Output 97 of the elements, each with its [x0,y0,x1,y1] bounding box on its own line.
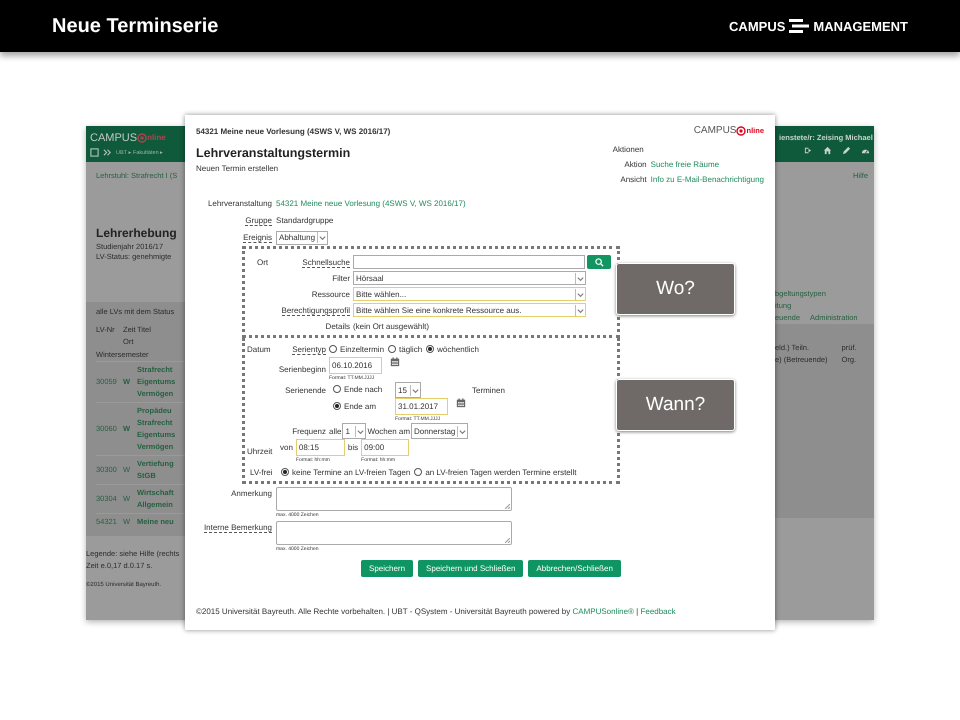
field-label: Wochen am [367,426,410,436]
footer-separator: | [636,607,638,616]
chevron-down-icon [457,426,468,436]
section-label: Uhrzeit [246,447,274,456]
radio-option[interactable]: keine Termine an LV-freien Tagen [281,468,410,476]
stripes-logo-icon [789,19,810,33]
footer-link[interactable]: CAMPUSonline® [572,607,634,616]
dialog-subheading: Neuen Termin erstellen [196,163,280,173]
details-value: (kein Ort ausgewählt) [353,322,430,330]
time-field[interactable]: 09:00 [361,439,410,456]
field-label: Anmerkung [231,489,272,498]
action-button[interactable]: Speichern und Schließen [418,560,524,577]
radio-button[interactable] [414,468,422,476]
event-dropdown[interactable]: Abhaltung [276,230,328,244]
field-label: Frequenz [291,426,327,436]
action-label: Ansicht [619,174,647,186]
field-label: Lehrveranstaltung [208,199,272,208]
radio-button[interactable] [426,345,434,353]
chevron-down-icon [575,272,585,284]
section-label: Datum [246,344,272,354]
radio-option[interactable]: Einzeltermin [329,344,384,354]
callout-label: Wann? [616,379,735,431]
radio-option[interactable]: Ende am [333,402,376,410]
frequency-dropdown[interactable]: 1 [342,423,366,439]
unit-label: Terminen [472,386,505,394]
field-label: Schnellsuche [302,258,350,268]
search-icon [594,258,604,266]
logout-icon[interactable] [804,146,813,155]
field-label: Serienbeginn [278,365,327,374]
pencil-icon[interactable] [842,146,851,155]
double-chevron-icon[interactable] [103,148,112,156]
calendar-icon[interactable] [390,357,400,367]
radio-button[interactable] [333,402,341,410]
radio-option[interactable]: Ende nach [333,384,382,394]
actions-title: Aktionen [612,144,645,156]
logo-text: nline [147,133,166,142]
logo-text: CAMPUS [729,18,786,34]
group-value: Standardgruppe [276,216,334,225]
footer-text: ©2015 Universität Bayreuth. Alle Rechte vorbehalten. | UBT - QSystem - Universität Bayreuth powered by [196,607,570,616]
search-field[interactable] [353,255,585,269]
radio-option[interactable]: an LV-freien Tagen werden Termine erstellt [414,468,577,476]
field-label: Ressource [312,290,350,298]
slide-title: Neue Terminserie [52,14,218,38]
chevron-down-icon [317,232,328,243]
field-label: Gruppe [245,216,272,226]
section-label: LV-frei [249,468,274,476]
dialog-heading: Lehrveranstaltungstermin [196,145,352,160]
course-title: 54321 Meine neue Vorlesung (4SWS V, WS 2016/17) [196,126,390,136]
field-label: Interne Bemerkung [204,523,272,533]
resize-grip-icon[interactable] [505,504,510,509]
section-label: Ort [256,258,270,266]
field-label: Details [324,322,351,330]
callout-label: Wo? [616,263,735,315]
chevron-down-icon [410,384,420,396]
feedback-link[interactable]: Feedback [640,607,676,616]
count-dropdown[interactable]: 15 [395,382,421,398]
date-field[interactable]: 31.01.2017 [395,398,448,415]
radio-button[interactable] [388,345,396,353]
radio-option[interactable]: täglich [388,344,422,354]
dropdown[interactable]: Bitte wählen Sie eine konkrete Ressource aus. [353,303,586,317]
field-label: von [280,442,293,452]
course-link[interactable]: 54321 Meine neue Vorlesung (4SWS V, WS 2016/17) [276,199,764,208]
field-label: Filter [332,274,350,282]
action-button[interactable]: Abbrechen/Schließen [528,560,621,577]
home-icon[interactable] [823,146,832,155]
action-button[interactable]: Speichern [361,560,414,577]
square-icon[interactable] [90,148,99,156]
resize-grip-icon[interactable] [505,538,510,543]
chevron-down-icon [575,288,585,300]
field-label: Serientyp [292,344,326,354]
action-link[interactable]: Suche freie Räume [650,157,764,172]
action-link[interactable]: Info zu E-Mail-Benachrichtigung [650,172,764,187]
logo-text: CAMPUS [694,125,736,136]
field-label: bis [348,442,358,452]
dropdown[interactable]: Hörsaal [353,271,586,285]
radio-button[interactable] [333,385,341,394]
calendar-icon[interactable] [456,398,466,408]
logo-text: CAMPUS [90,132,138,144]
field-label: Ereignis [243,233,272,243]
logo-text: MANAGEMENT [813,18,908,34]
radio-button[interactable] [281,468,289,476]
circle-logo-icon [137,132,148,142]
page-heading: Lehrerhebung [95,225,178,242]
action-label: Aktion [623,159,647,171]
date-field[interactable]: 06.10.2016 [329,357,382,374]
time-field[interactable]: 08:15 [296,439,345,456]
radio-option[interactable]: wöchentlich [426,344,479,354]
chevron-down-icon [355,426,366,436]
dropdown[interactable]: Bitte wählen... [353,287,586,301]
search-button[interactable] [587,255,611,269]
radio-button[interactable] [329,345,337,353]
circle-logo-icon [736,126,746,136]
field-label: Serienende [284,386,327,394]
chevron-down-icon [575,304,585,316]
weekday-dropdown[interactable]: Donnerstag [411,423,468,439]
field-label: alle [329,426,342,436]
field-label: Berechtigungsprofil [282,306,350,316]
